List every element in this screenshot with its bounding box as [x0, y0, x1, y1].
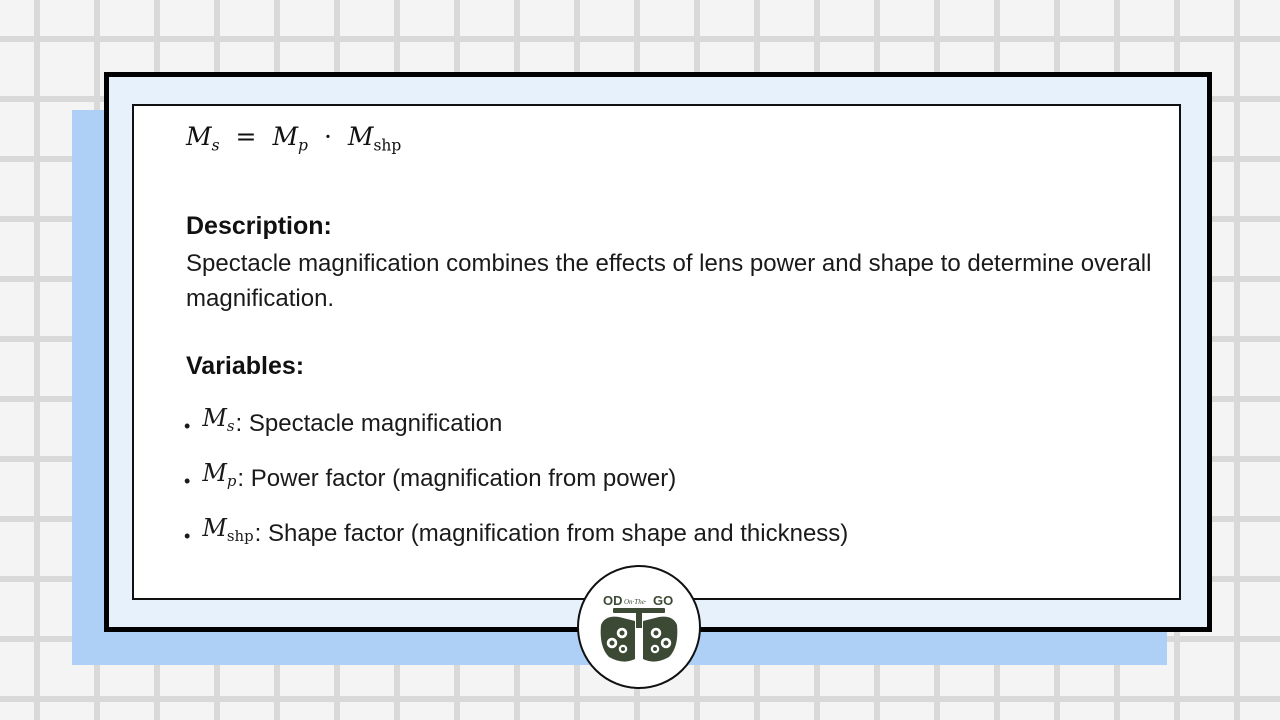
variables-list: • Ms : Spectacle magnification • Mp : Po… — [184, 396, 848, 561]
variable-description: : Power factor (magnification from power… — [237, 464, 677, 492]
variable-item: • Ms : Spectacle magnification — [184, 396, 848, 451]
formula: Ms = Mp · Mshp — [186, 122, 401, 154]
formula-term2-sub: shp — [373, 136, 402, 155]
svg-text:OD: OD — [603, 593, 623, 608]
variable-description: : Spectacle magnification — [235, 409, 503, 437]
variable-symbol: Ms — [202, 403, 235, 436]
formula-card: Ms = Mp · Mshp Description: Spectacle ma… — [132, 104, 1181, 600]
svg-text:GO: GO — [653, 593, 673, 608]
variable-item: • Mp : Power factor (magnification from … — [184, 451, 848, 506]
variable-symbol: Mshp — [202, 513, 254, 546]
variable-description: : Shape factor (magnification from shape… — [254, 519, 849, 547]
description-heading: Description: — [186, 212, 332, 240]
formula-term1: M — [272, 122, 299, 151]
formula-term2: M — [347, 122, 374, 151]
description-text: Spectacle magnification combines the eff… — [186, 250, 1152, 312]
formula-equals: = — [235, 122, 257, 151]
variables-heading: Variables: — [186, 352, 305, 380]
phoropter-icon: OD On·The· GO — [600, 593, 678, 662]
formula-dot: · — [323, 122, 332, 151]
formula-term1-sub: p — [298, 136, 308, 155]
variable-symbol: Mp — [202, 458, 237, 491]
formula-lhs-sub: s — [211, 136, 220, 155]
svg-text:On·The·: On·The· — [624, 598, 647, 606]
bullet: • — [184, 471, 191, 491]
variable-item: • Mshp : Shape factor (magnification fro… — [184, 506, 848, 561]
bullet: • — [184, 416, 191, 436]
formula-lhs: M — [186, 122, 212, 151]
od-on-the-go-logo: OD On·The· GO — [577, 565, 701, 689]
bullet: • — [184, 526, 191, 546]
